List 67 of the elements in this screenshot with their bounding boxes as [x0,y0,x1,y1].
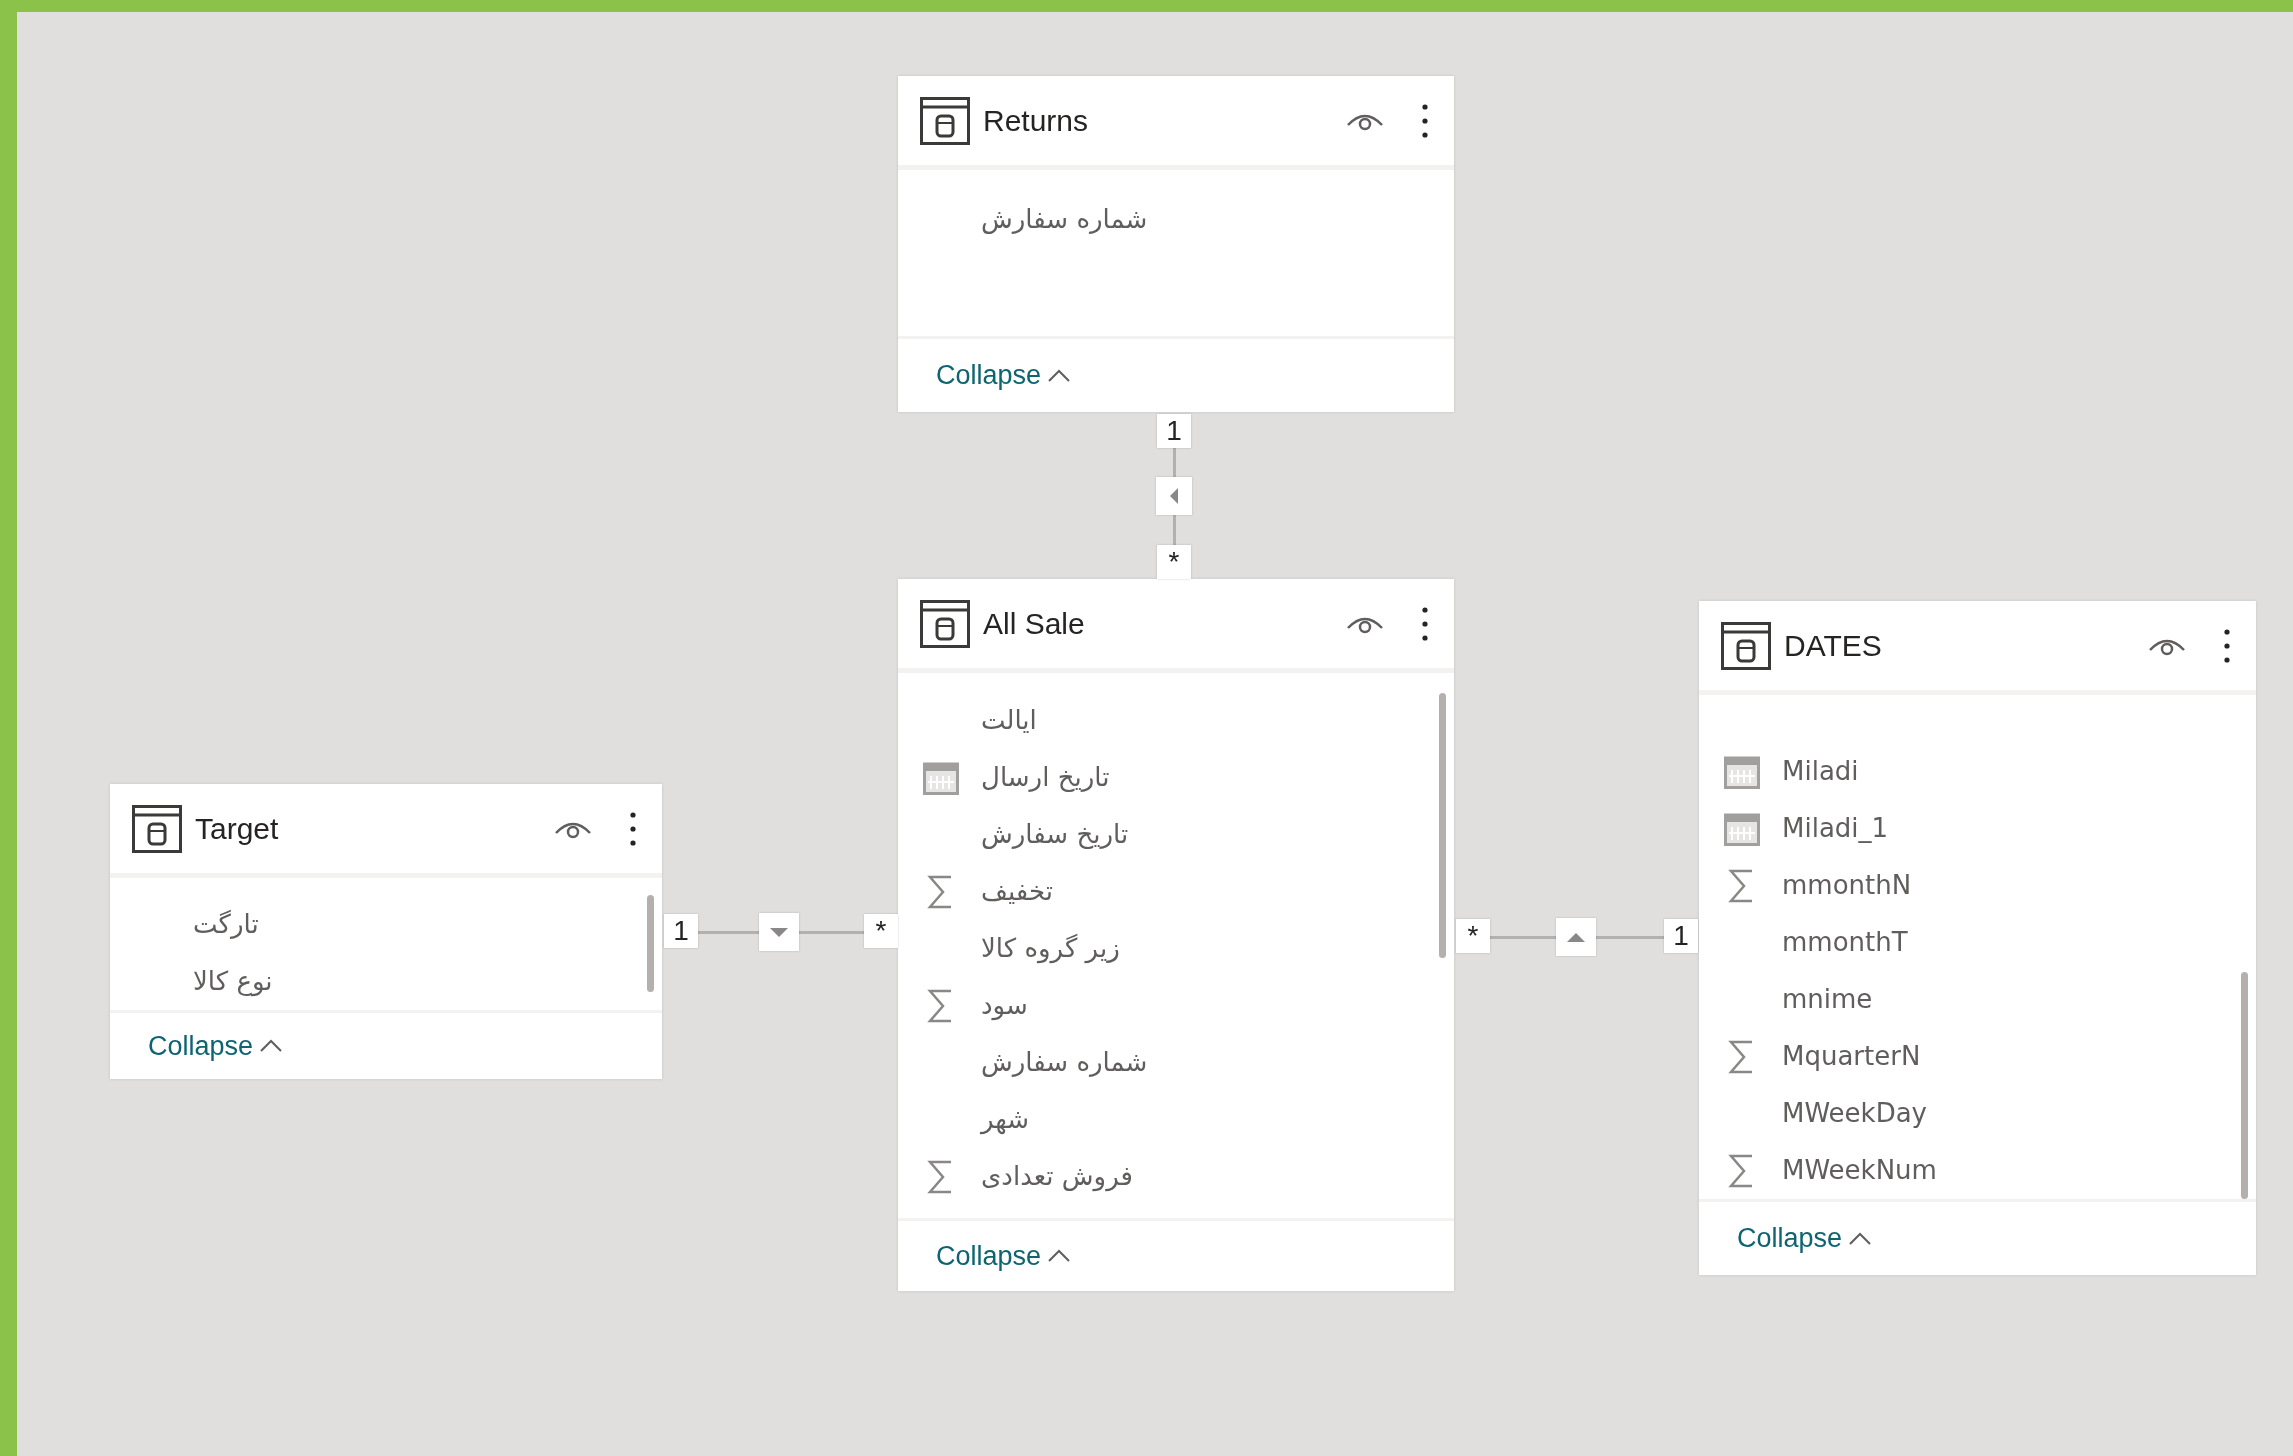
chevron-up-icon [259,1039,284,1053]
field-name[interactable]: شماره سفارش [981,1043,1148,1082]
field-name[interactable]: تاریخ ارسال [981,758,1110,797]
collapse-button[interactable]: Collapse [148,1025,284,1067]
relationship-line[interactable] [1596,935,1664,939]
table-icon [920,599,970,648]
sigma-icon [1728,1038,1754,1075]
chevron-up-icon [1047,1249,1072,1263]
table-icon [132,804,182,853]
relationship-line[interactable] [1172,515,1176,545]
collapse-button[interactable]: Collapse [1737,1218,1873,1259]
more-options-icon[interactable] [2224,627,2230,664]
more-options-icon[interactable] [1422,102,1428,139]
sigma-icon [927,1158,953,1195]
cardinality-label: * [1157,545,1191,579]
field-name[interactable]: MWeekNum [1782,1151,1937,1190]
field-name[interactable]: تاریخ سفارش [981,815,1129,854]
relationship-line[interactable] [1172,448,1176,477]
field-name[interactable]: زیر گروه کالا [981,929,1120,968]
field-name[interactable]: Miladi [1782,752,1859,791]
field-name[interactable]: تارگت [193,905,259,944]
field-name[interactable]: MWeekDay [1782,1094,1927,1133]
cardinality-label: * [864,914,898,948]
field-name[interactable]: نوع کالا [193,962,273,1001]
table-icon [920,96,970,145]
table-icon [1721,621,1771,670]
calendar-icon [1724,811,1760,846]
cardinality-label: 1 [664,914,698,948]
relationship-line[interactable] [1490,935,1556,939]
field-name[interactable]: mmonthN [1782,866,1912,905]
calendar-icon [923,760,959,795]
field-name[interactable]: سود [981,986,1028,1025]
sigma-icon [1728,1152,1754,1189]
table-title: Returns [983,103,1090,139]
chevron-up-icon [1848,1231,1873,1246]
field-name[interactable]: تخفیف [981,872,1053,911]
collapse-button[interactable]: Collapse [936,355,1072,396]
field-name[interactable]: شماره سفارش [981,200,1148,239]
field-name[interactable]: شهر [981,1100,1030,1139]
field-name[interactable]: mnime [1782,980,1873,1019]
scrollbar-thumb[interactable] [647,895,654,992]
filter-direction-button[interactable] [759,913,799,951]
field-name[interactable]: MquarterN [1782,1037,1921,1076]
calendar-icon [1724,754,1760,789]
sigma-icon [1728,867,1754,904]
field-name[interactable]: فروش تعدادی [981,1157,1133,1196]
more-options-icon[interactable] [1422,605,1428,642]
table-title: All Sale [983,606,1086,642]
sigma-icon [927,873,953,910]
table-title: Target [195,811,280,847]
field-name[interactable]: Miladi_1 [1782,809,1889,848]
field-name[interactable]: mmonthT [1782,923,1908,962]
filter-direction-button[interactable] [1156,477,1192,515]
chevron-up-icon [1047,368,1072,383]
relationship-line[interactable] [799,930,864,934]
relationship-line[interactable] [698,930,759,934]
cardinality-label: 1 [1157,414,1191,448]
table-title: DATES [1784,628,1883,664]
scrollbar-thumb[interactable] [1439,693,1446,958]
sigma-icon [927,987,953,1024]
more-options-icon[interactable] [630,810,636,847]
scrollbar-thumb[interactable] [2241,972,2248,1199]
filter-direction-button[interactable] [1556,918,1596,956]
cardinality-label: * [1456,919,1490,953]
collapse-button[interactable]: Collapse [936,1235,1072,1277]
cardinality-label: 1 [1664,919,1698,953]
field-name[interactable]: ایالت [981,701,1037,740]
